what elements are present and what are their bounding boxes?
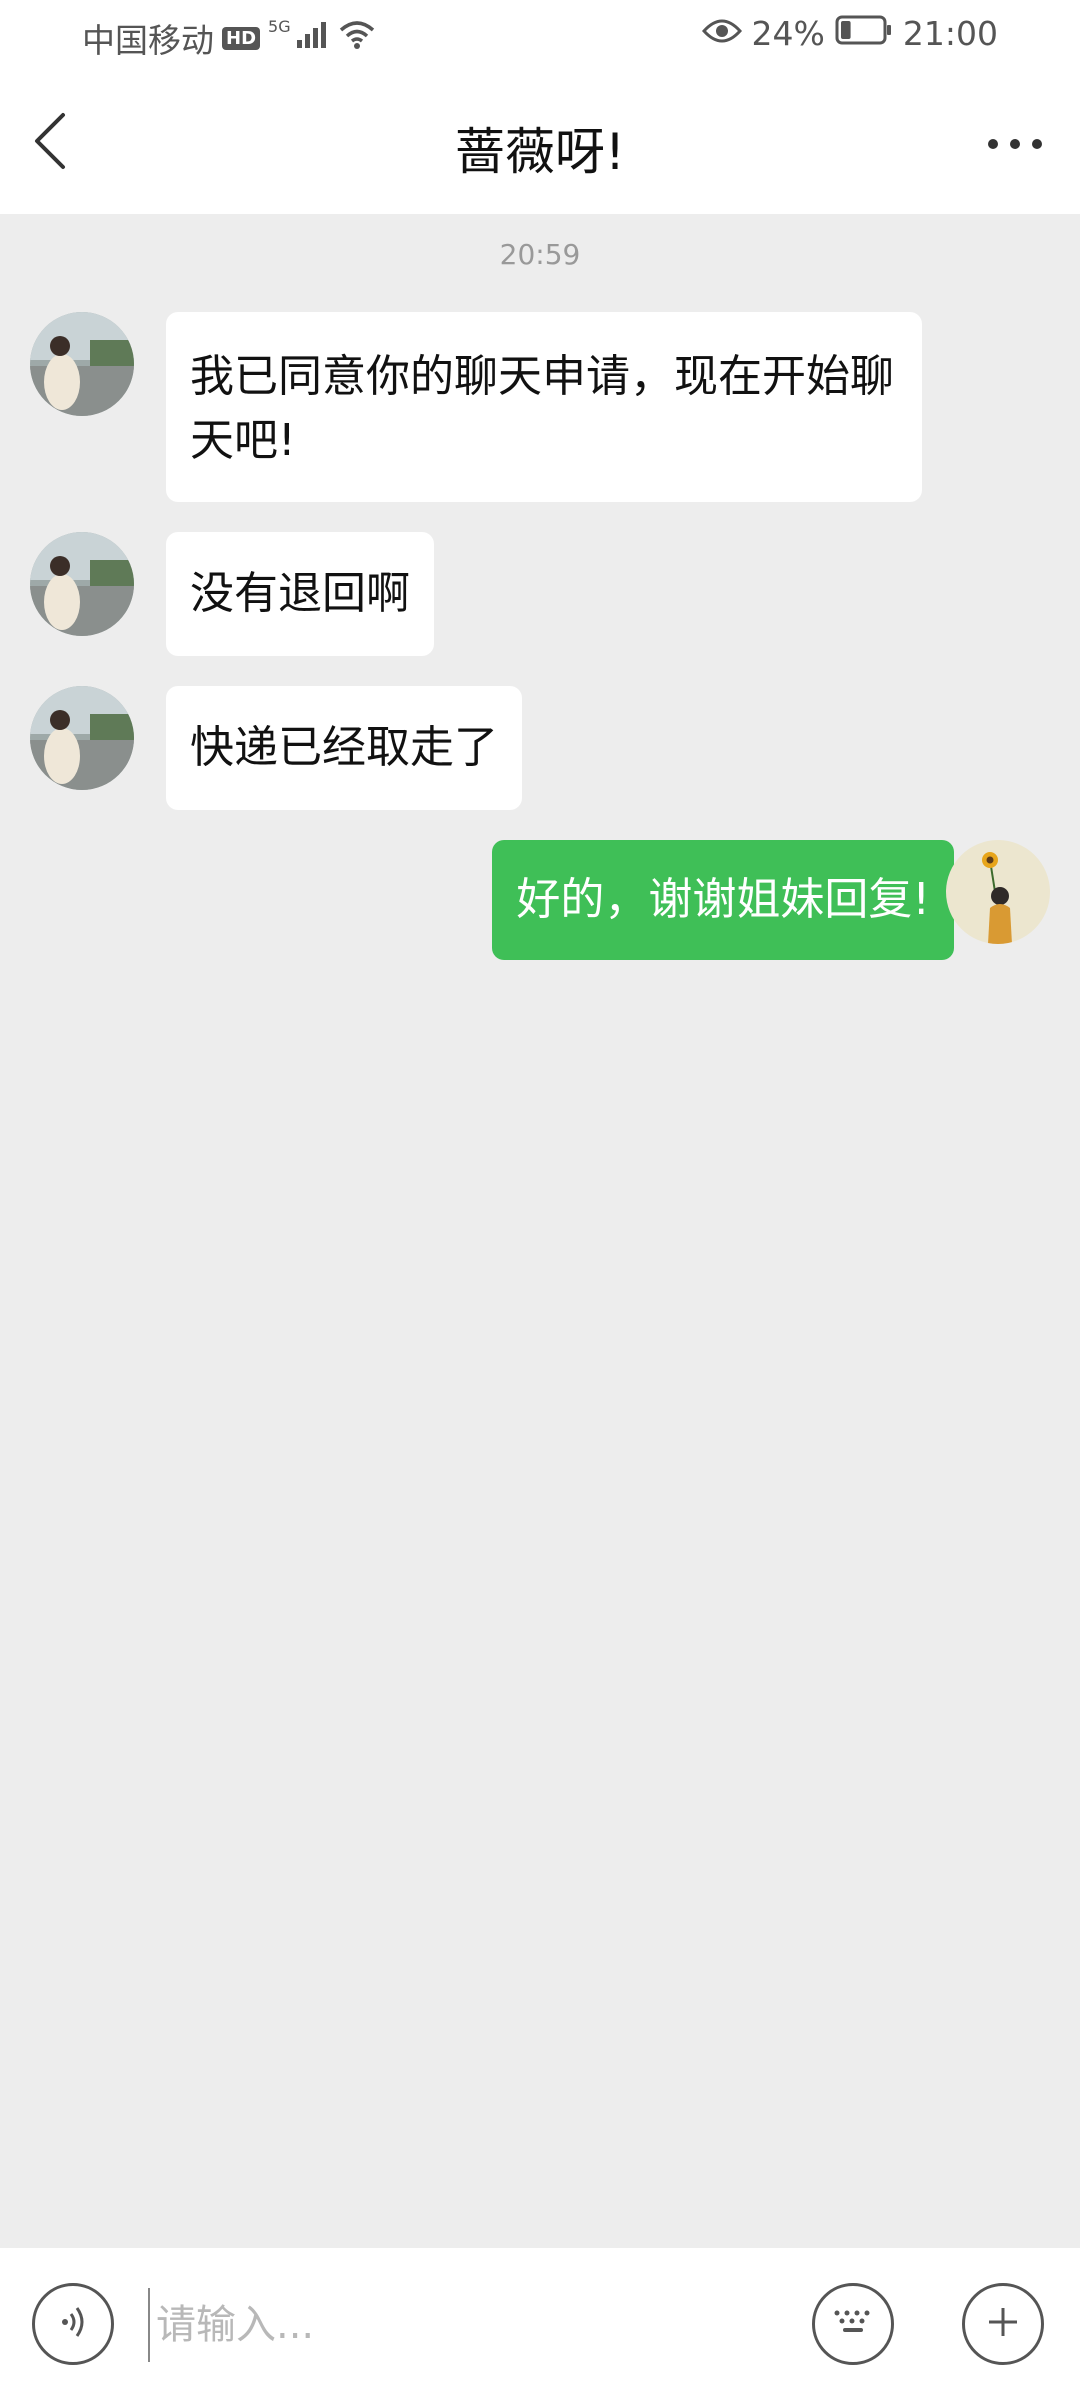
keyboard-icon (831, 2307, 875, 2341)
clock: 21:00 (902, 14, 998, 53)
signal-icon (295, 19, 329, 58)
status-bar: 中国移动 HD 5G 24% 21:00 (0, 0, 1080, 72)
incoming-message-bubble[interactable]: 我已同意你的聊天申请，现在开始聊天吧! (166, 312, 922, 502)
more-dots-icon (987, 136, 1043, 155)
plus-icon (985, 2304, 1021, 2344)
eye-icon (701, 14, 742, 53)
message-text: 快递已经取走了 (190, 722, 498, 773)
contact-avatar[interactable] (30, 312, 134, 416)
wifi-icon (337, 19, 377, 58)
network-type-label: 5G (268, 16, 291, 36)
message-text: 没有退回啊 (190, 568, 410, 619)
message-text: 我已同意你的聊天申请，现在开始聊天吧! (190, 351, 894, 466)
status-right: 24% 21:00 (701, 14, 998, 53)
my-avatar[interactable] (946, 840, 1050, 944)
contact-avatar[interactable] (30, 532, 134, 636)
status-left: 中国移动 HD 5G (82, 14, 377, 62)
message-row: 没有退回啊 (0, 532, 1080, 656)
outgoing-message-bubble[interactable]: 好的，谢谢姐妹回复! (492, 840, 954, 960)
message-text: 好的，谢谢姐妹回复! (516, 874, 930, 925)
message-row: 快递已经取走了 (0, 686, 1080, 810)
incoming-message-bubble[interactable]: 快递已经取走了 (166, 686, 522, 810)
chat-area[interactable]: 20:59 我已同意你的聊天申请，现在开始聊天吧! 没有退回啊 快递已经取走了 … (0, 214, 1080, 2248)
input-bar (0, 2248, 1080, 2400)
contact-avatar[interactable] (30, 686, 134, 790)
carrier-label: 中国移动 (82, 21, 214, 60)
message-input[interactable] (148, 2288, 798, 2362)
battery-fill (840, 21, 851, 39)
more-button[interactable] (980, 120, 1050, 170)
message-row: 我已同意你的聊天申请，现在开始聊天吧! (0, 312, 1080, 502)
message-row: 好的，谢谢姐妹回复! (0, 840, 1080, 960)
message-timestamp: 20:59 (499, 238, 581, 271)
voice-icon (53, 2302, 93, 2346)
hd-icon: HD (222, 26, 261, 50)
keyboard-button[interactable] (812, 2283, 894, 2365)
battery-percent: 24% (751, 14, 825, 53)
voice-button[interactable] (32, 2283, 114, 2365)
chat-title: 蔷薇呀! (454, 123, 626, 181)
incoming-message-bubble[interactable]: 没有退回啊 (166, 532, 434, 656)
plus-button[interactable] (962, 2283, 1044, 2365)
chat-header: 蔷薇呀! (0, 72, 1080, 214)
battery-icon (835, 14, 893, 53)
